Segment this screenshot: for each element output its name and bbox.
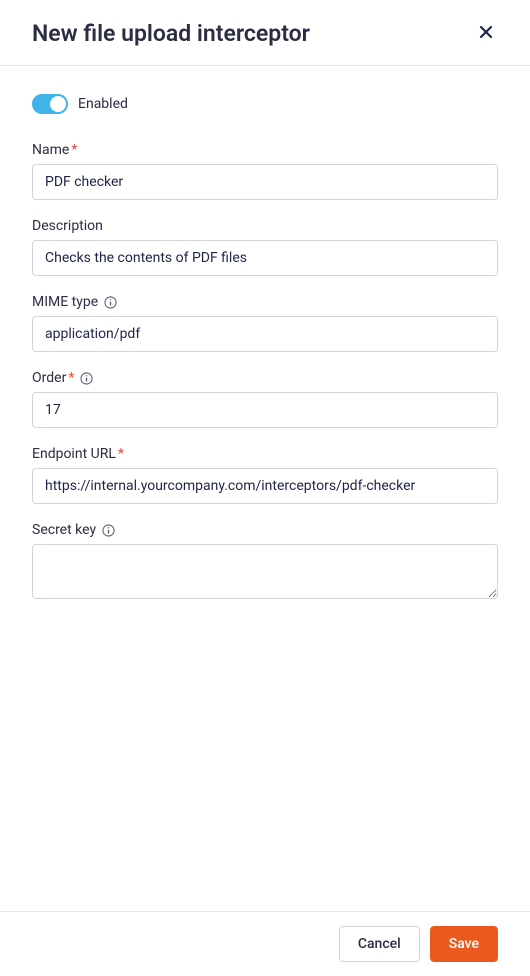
enabled-toggle[interactable]	[32, 94, 68, 114]
required-indicator: *	[68, 370, 74, 386]
required-indicator: *	[118, 446, 124, 462]
info-icon[interactable]	[104, 296, 117, 309]
name-input[interactable]	[32, 164, 498, 200]
dialog-header: New file upload interceptor	[0, 0, 530, 66]
dialog-title: New file upload interceptor	[32, 20, 310, 47]
cancel-button[interactable]: Cancel	[339, 926, 420, 962]
endpoint-url-input[interactable]	[32, 468, 498, 504]
secret-key-label: Secret key	[32, 522, 498, 538]
order-label: Order*	[32, 370, 498, 386]
mime-type-field-group: MIME type	[32, 294, 498, 352]
mime-type-input[interactable]	[32, 316, 498, 352]
close-button[interactable]	[474, 20, 498, 47]
dialog-content: Enabled Name* Description MIME type	[0, 66, 530, 911]
name-label: Name*	[32, 142, 498, 158]
save-button[interactable]: Save	[430, 926, 498, 962]
endpoint-url-label: Endpoint URL*	[32, 446, 498, 462]
order-field-group: Order*	[32, 370, 498, 428]
mime-type-label: MIME type	[32, 294, 498, 310]
enabled-toggle-row: Enabled	[32, 94, 498, 114]
toggle-knob	[50, 96, 66, 112]
required-indicator: *	[71, 142, 77, 158]
secret-key-input[interactable]	[32, 544, 498, 599]
order-input[interactable]	[32, 392, 498, 428]
enabled-toggle-label: Enabled	[78, 96, 128, 112]
info-icon[interactable]	[80, 372, 93, 385]
description-label: Description	[32, 218, 498, 234]
info-icon[interactable]	[102, 524, 115, 537]
endpoint-url-field-group: Endpoint URL*	[32, 446, 498, 504]
description-input[interactable]	[32, 240, 498, 276]
name-field-group: Name*	[32, 142, 498, 200]
close-icon	[478, 24, 494, 43]
dialog-footer: Cancel Save	[0, 911, 530, 976]
description-field-group: Description	[32, 218, 498, 276]
secret-key-field-group: Secret key	[32, 522, 498, 603]
